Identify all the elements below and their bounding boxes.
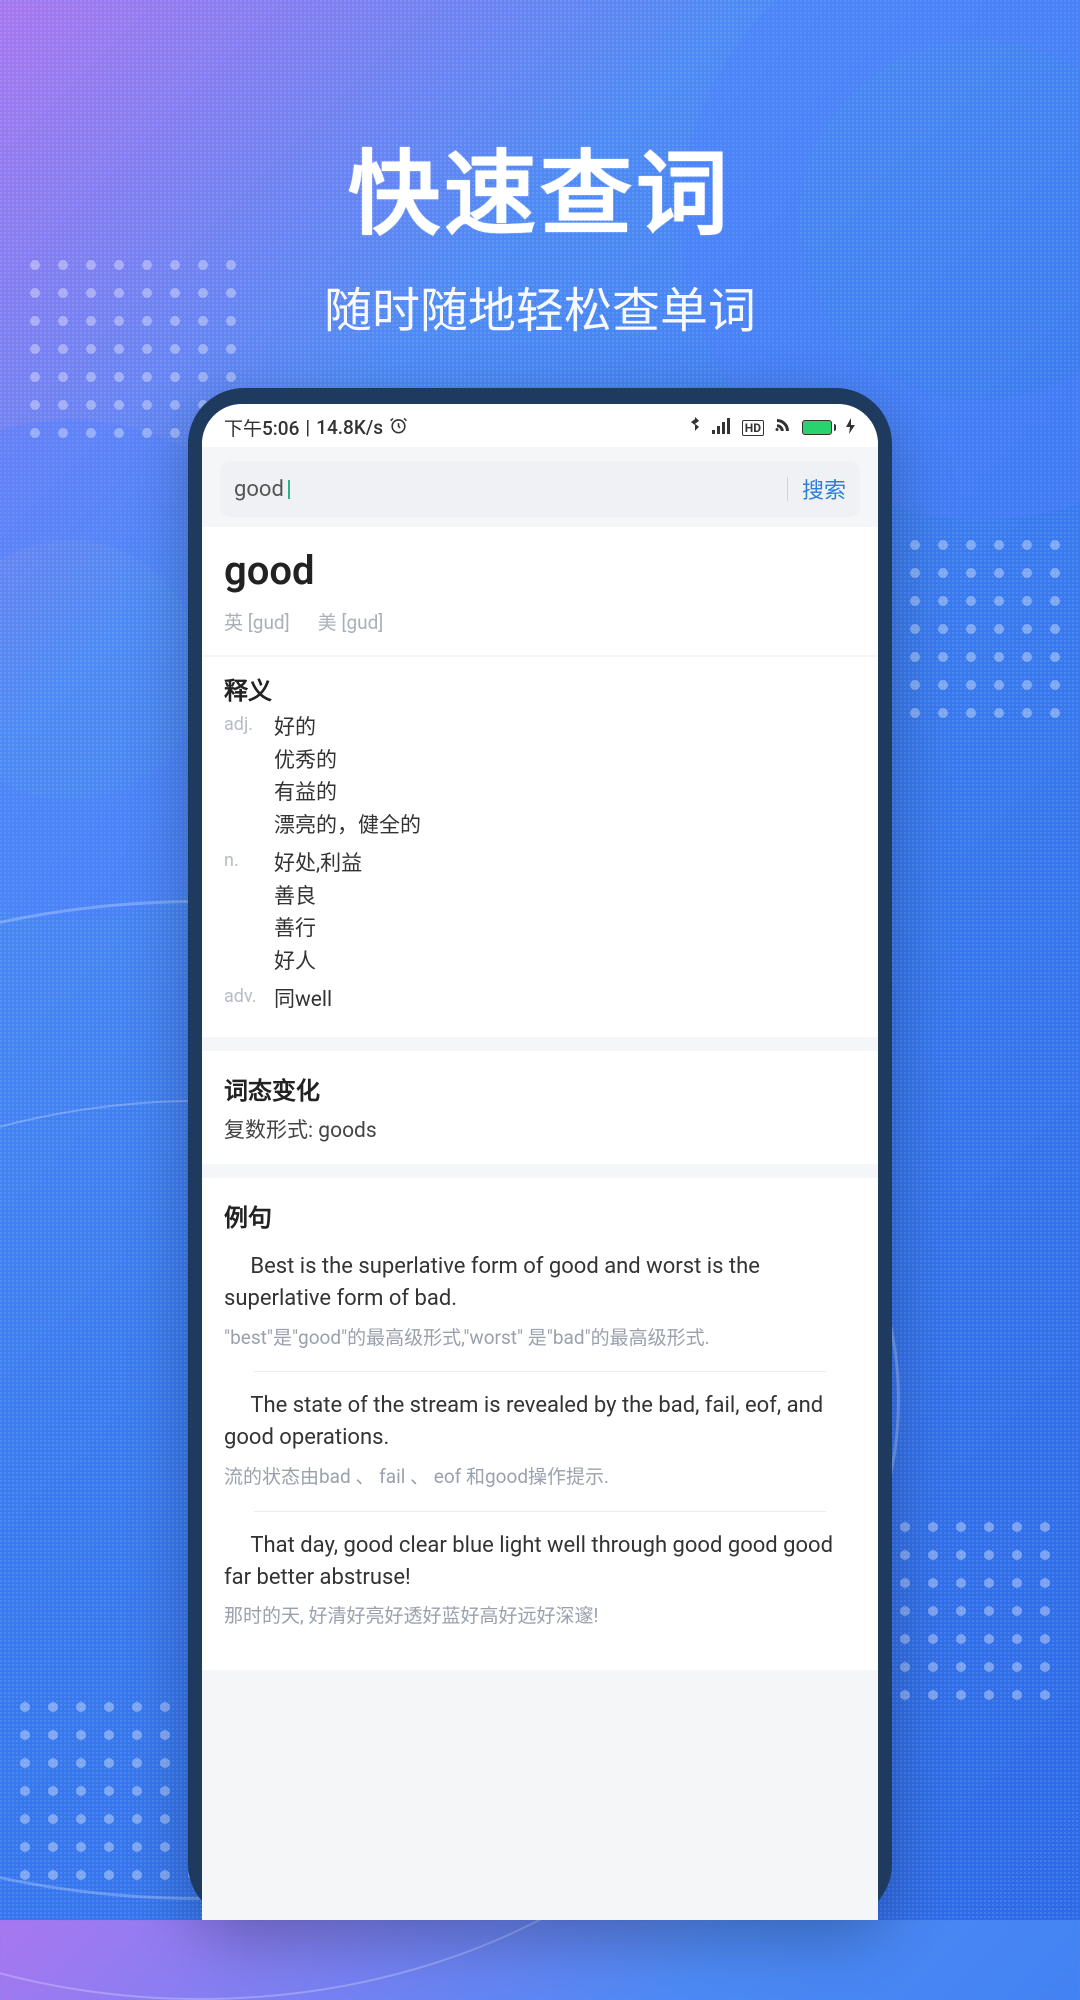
headword: good [224,547,856,594]
hd-icon: HD [742,420,764,436]
bg-dots-decoration [910,540,1060,718]
part-of-speech: adv. [224,984,274,1007]
bluetooth-icon [688,416,702,439]
example-english: Best is the superlative form of good and… [224,1251,856,1315]
morphology-title: 词态变化 [224,1071,856,1106]
definitions-list: adj.好的优秀的有益的漂亮的，健全的n.好处,利益善良善行好人adv.同wel… [224,712,856,1017]
meanings: 好的优秀的有益的漂亮的，健全的 [274,712,421,842]
phone-screen: 下午5:06 | 14.8K/s HD good 搜索 [202,404,878,1920]
example-divider [254,1511,826,1512]
uk-phonetic: 英 [gud] [224,608,290,635]
definitions-card: 释义 adj.好的优秀的有益的漂亮的，健全的n.好处,利益善良善行好人adv.同… [202,657,878,1037]
morphology-card: 词态变化 复数形式: goods [202,1051,878,1164]
definition-row: adv.同well [224,984,856,1017]
morphology-line: 复数形式: goods [224,1114,856,1144]
meanings: 好处,利益善良善行好人 [274,848,362,978]
alarm-icon [389,416,408,440]
part-of-speech: n. [224,848,274,871]
us-phonetic: 美 [gud] [318,608,384,635]
example-item: Best is the superlative form of good and… [224,1251,856,1351]
search-divider [787,477,788,501]
charge-icon [846,416,856,439]
definitions-title: 释义 [224,671,856,706]
definition-row: n.好处,利益善良善行好人 [224,848,856,978]
signal-icon [712,416,732,439]
example-item: The state of the stream is revealed by t… [224,1390,856,1490]
meanings: 同well [274,984,332,1017]
headword-card: good 英 [gud] 美 [gud] [202,527,878,655]
bg-dots-decoration [900,1522,1050,1700]
status-time: 下午5:06 [224,414,299,441]
examples-title: 例句 [224,1198,856,1233]
example-english: That day, good clear blue light well thr… [224,1530,856,1594]
search-button[interactable]: 搜索 [802,473,846,505]
status-sep: | [305,416,310,439]
battery-icon [802,420,836,435]
definition-row: adj.好的优秀的有益的漂亮的，健全的 [224,712,856,842]
content-scroll[interactable]: good 英 [gud] 美 [gud] 释义 adj.好的优秀的有益的漂亮的，… [202,527,878,1920]
hero-title: 快速查词 [0,120,1080,253]
example-item: That day, good clear blue light well thr… [224,1530,856,1630]
bg-dots-decoration [20,1702,198,1880]
phonetics: 英 [gud] 美 [gud] [224,608,856,635]
status-bar: 下午5:06 | 14.8K/s HD [202,404,878,447]
status-right: HD [688,416,856,439]
example-chinese: 流的状态由bad 、 fail 、 eof 和good操作提示. [224,1464,856,1491]
part-of-speech: adj. [224,712,274,735]
phone-frame: 下午5:06 | 14.8K/s HD good 搜索 [188,388,892,1920]
status-left: 下午5:06 | 14.8K/s [224,414,408,441]
status-speed: 14.8K/s [316,416,383,439]
example-chinese: 那时的天, 好清好亮好透好蓝好高好远好深邃! [224,1603,856,1630]
example-english: The state of the stream is revealed by t… [224,1390,856,1454]
search-bar[interactable]: good 搜索 [220,461,860,517]
example-chinese: "best"是"good"的最高级形式,"worst" 是"bad"的最高级形式… [224,1325,856,1352]
hero-subtitle: 随时随地轻松查单词 [0,271,1080,341]
rss-icon [774,416,792,439]
search-input-text[interactable]: good [234,477,284,502]
example-divider [254,1371,826,1372]
examples-card: 例句 Best is the superlative form of good … [202,1178,878,1670]
search-input[interactable] [290,477,773,502]
hero-section: 快速查词 随时随地轻松查单词 [0,120,1080,341]
examples-list: Best is the superlative form of good and… [224,1251,856,1630]
